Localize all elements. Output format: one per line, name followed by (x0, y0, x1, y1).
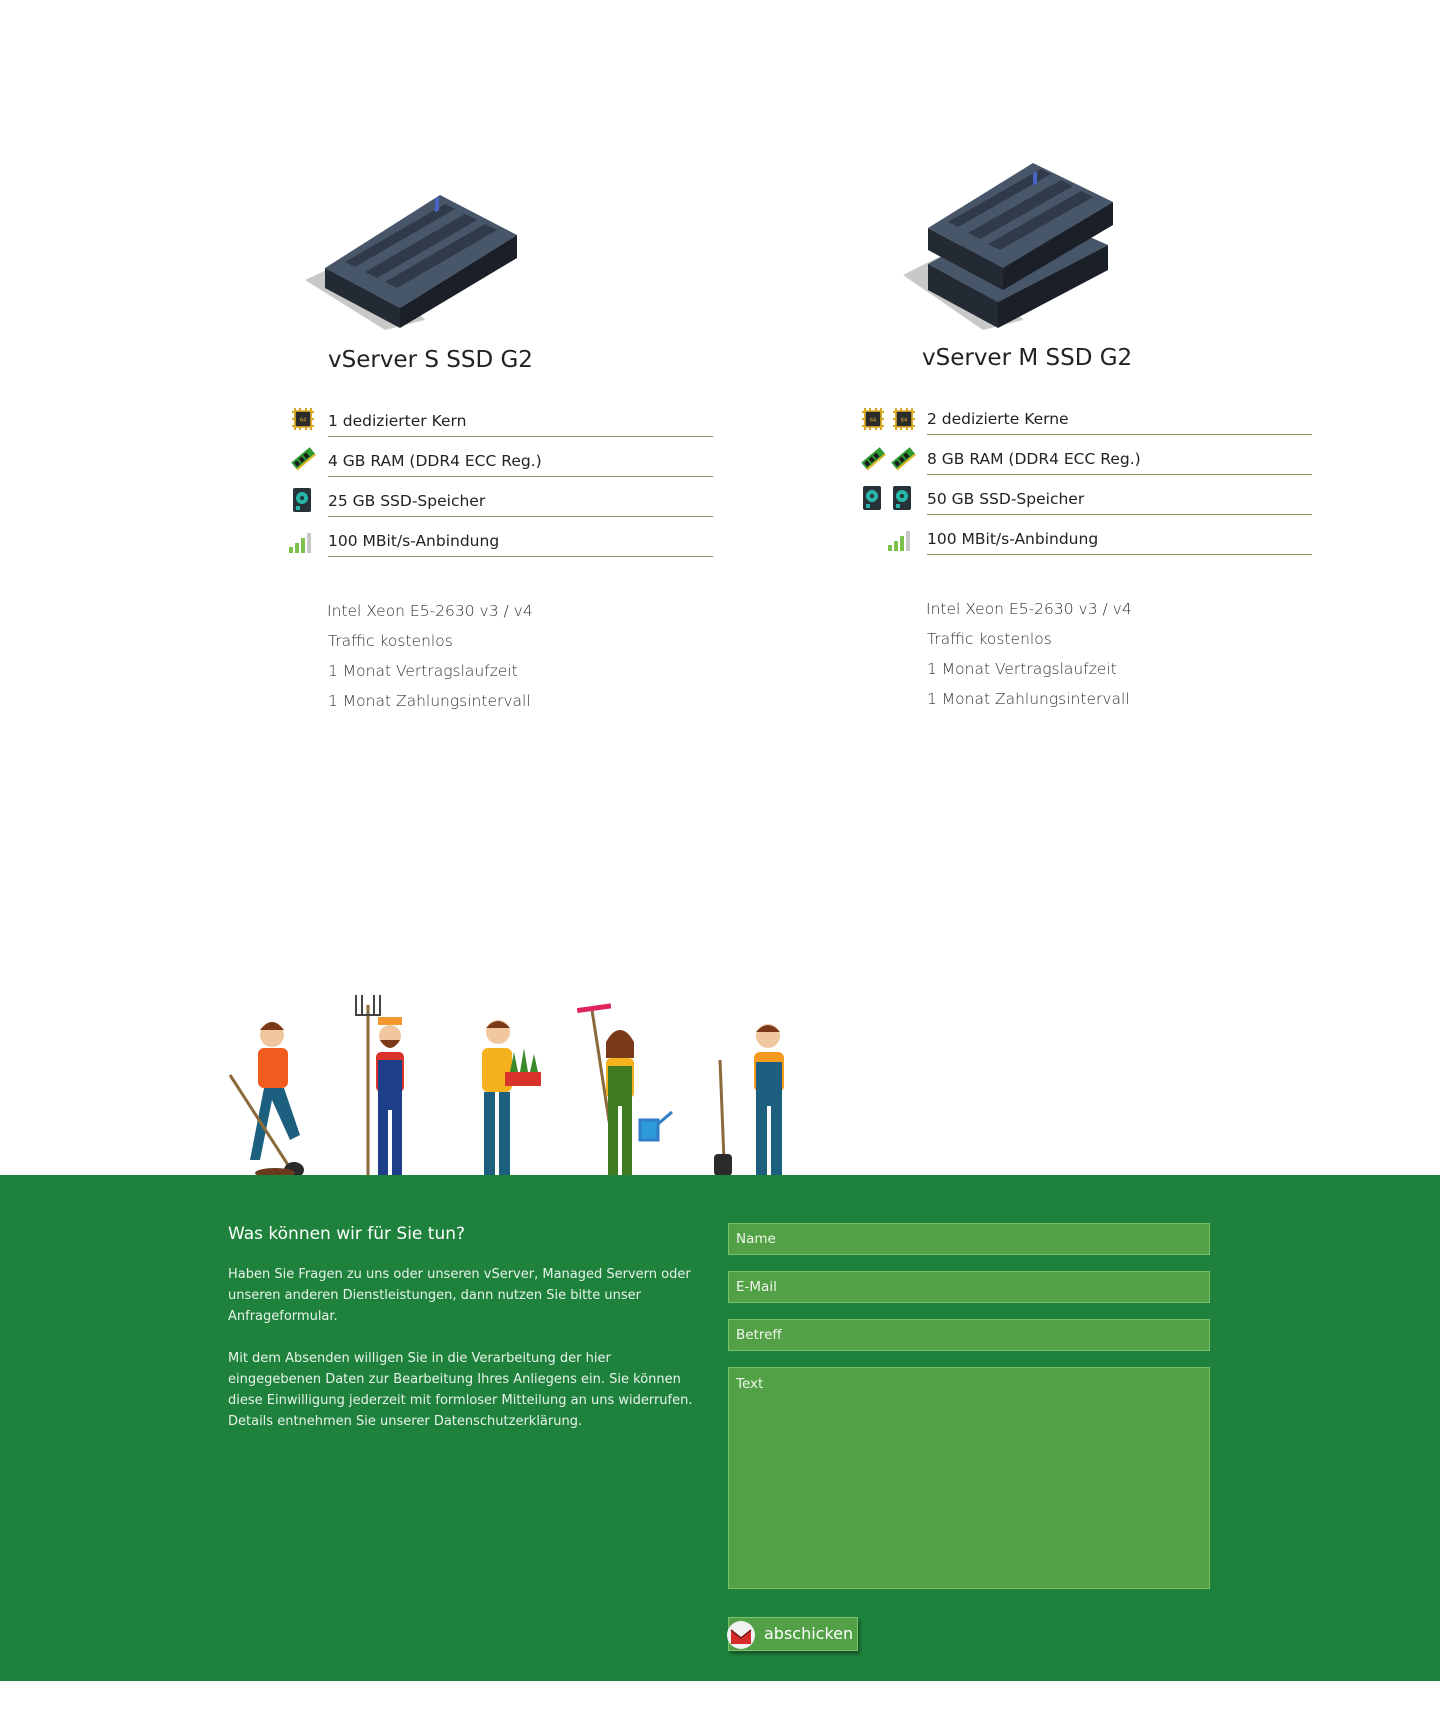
server-single-image (305, 195, 517, 330)
gardener-plant-figure (482, 1020, 541, 1180)
spec-label: 100 MBit/s-Anbindung (927, 530, 1099, 548)
gardener-pitchfork-figure (355, 995, 404, 1180)
spec-row-ram: 8 GB RAM (DDR4 ECC Reg.) (927, 450, 1312, 475)
ssd-drive-icon (893, 486, 911, 510)
spec-label: 50 GB SSD-Speicher (927, 490, 1085, 508)
submit-label: abschicken (764, 1624, 854, 1643)
spec-label: 1 dedizierter Kern (328, 412, 467, 430)
product-title: vServer S SSD G2 (328, 347, 533, 373)
feature-item: 1 Monat Zahlungsintervall (328, 692, 531, 710)
feature-item: 1 Monat Vertragslaufzeit (328, 662, 518, 680)
ram-module-icon (891, 447, 916, 470)
cpu-chip-icon: 64 (862, 408, 884, 430)
spec-label: 2 dedizierte Kerne (927, 410, 1069, 428)
feature-item: Intel Xeon E5-2630 v3 / v4 (327, 602, 533, 620)
email-input[interactable] (728, 1271, 1210, 1303)
signal-bars-icon (888, 531, 910, 551)
name-input[interactable] (728, 1223, 1210, 1255)
server-double-image (903, 163, 1113, 330)
subject-input[interactable] (728, 1319, 1210, 1351)
spec-label: 25 GB SSD-Speicher (328, 492, 486, 510)
gardener-shovel-figure (228, 1022, 304, 1178)
spec-row-cpu: 2 dedizierte Kerne (927, 410, 1312, 435)
cpu-chip-icon: 64 (292, 408, 314, 430)
spec-label: 100 MBit/s-Anbindung (328, 532, 500, 550)
svg-text:64: 64 (300, 418, 306, 424)
ram-module-icon (861, 447, 886, 470)
spec-label: 8 GB RAM (DDR4 ECC Reg.) (927, 450, 1141, 468)
feature-item: Intel Xeon E5-2630 v3 / v4 (926, 600, 1132, 618)
spec-row-ram: 4 GB RAM (DDR4 ECC Reg.) (328, 452, 713, 477)
contact-consent-text: Mit dem Absenden willigen Sie in die Ver… (228, 1351, 693, 1429)
send-icon (727, 1621, 755, 1649)
feature-item: 1 Monat Zahlungsintervall (927, 690, 1130, 708)
contact-title: Was können wir für Sie tun? (228, 1224, 466, 1244)
gardener-rake-figure (576, 1003, 673, 1180)
message-textarea[interactable] (728, 1367, 1210, 1589)
feature-item: 1 Monat Vertragslaufzeit (927, 660, 1117, 678)
signal-bars-icon (289, 533, 311, 553)
feature-item: Traffic kostenlos (328, 632, 453, 650)
spec-row-bandwidth: 100 MBit/s-Anbindung (328, 532, 713, 557)
svg-text:64: 64 (870, 418, 876, 424)
spec-row-ssd: 50 GB SSD-Speicher (927, 490, 1312, 515)
ssd-drive-icon (293, 488, 311, 512)
contact-intro-text: Haben Sie Fragen zu uns oder unseren vSe… (228, 1267, 691, 1324)
contact-section (0, 1175, 1440, 1681)
spec-row-bandwidth: 100 MBit/s-Anbindung (927, 530, 1312, 555)
gardeners-illustration (228, 995, 784, 1180)
submit-button[interactable]: abschicken (727, 1617, 858, 1651)
gardener-spade-figure (714, 1024, 784, 1180)
svg-text:64: 64 (901, 418, 907, 424)
feature-item: Traffic kostenlos (927, 630, 1052, 648)
ram-module-icon (291, 447, 316, 470)
spec-label: 4 GB RAM (DDR4 ECC Reg.) (328, 452, 542, 470)
spec-row-ssd: 25 GB SSD-Speicher (328, 492, 713, 517)
ssd-drive-icon (863, 486, 881, 510)
cpu-chip-icon: 64 (893, 408, 915, 430)
product-title: vServer M SSD G2 (922, 345, 1133, 371)
spec-row-cpu: 1 dedizierter Kern (328, 412, 713, 437)
